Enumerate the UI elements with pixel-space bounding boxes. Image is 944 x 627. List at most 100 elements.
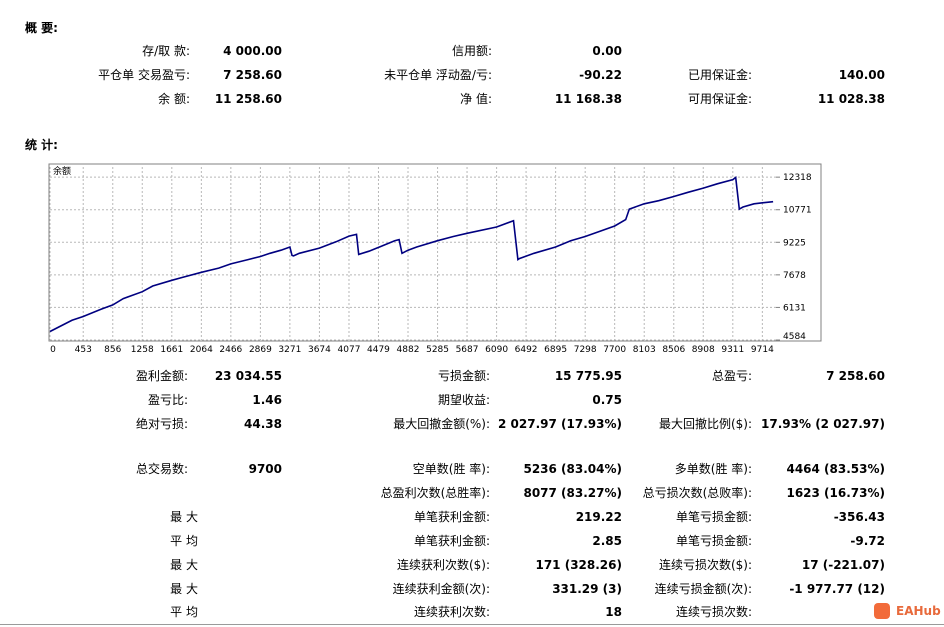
largest-loss-label: 单笔亏损金额: xyxy=(675,510,752,524)
profit-trades-value: 8077 (83.27%) xyxy=(523,486,622,500)
x-tick-label: 4479 xyxy=(367,345,390,355)
chart-border xyxy=(48,163,822,342)
balance-line xyxy=(49,176,774,333)
equity-value: 11 168.38 xyxy=(554,92,622,106)
balance-chart: 余额 12318 10771 9225 7678 6131 4584 0 453 856 125… xyxy=(48,163,822,355)
closed-pl-label: 平仓单 交易盈亏: xyxy=(98,68,190,82)
x-tick-label: 856 xyxy=(104,345,122,355)
expected-payoff-label: 期望收益: xyxy=(437,393,490,407)
short-positions-value: 5236 (83.04%) xyxy=(523,462,622,476)
margin-value: 140.00 xyxy=(838,68,885,82)
x-tick-label: 4882 xyxy=(396,345,420,355)
y-tick-label: 6131 xyxy=(783,303,806,313)
average-profit-label: 单笔获利金额: xyxy=(413,534,490,548)
credit-label: 信用额: xyxy=(451,44,492,58)
profit-factor-label: 盈亏比: xyxy=(147,393,188,407)
max-consec-profit-value: 331.29 (3) xyxy=(552,582,622,596)
max-consec-loss-label: 连续亏损金额(次): xyxy=(654,582,752,596)
x-tick-label: 3674 xyxy=(307,345,331,355)
net-profit-value: 7 258.60 xyxy=(826,369,885,383)
x-tick-label: 6090 xyxy=(485,345,509,355)
x-tick-label: 5687 xyxy=(455,345,479,355)
largest-profit-value: 219.22 xyxy=(575,510,622,524)
x-tick-label: 2466 xyxy=(219,345,243,355)
x-tick-label: 8908 xyxy=(691,345,715,355)
x-tick-label: 2869 xyxy=(248,345,272,355)
avg-consec-wins-label: 连续获利次数: xyxy=(413,605,490,619)
x-tick-label: 5285 xyxy=(426,345,450,355)
max-drawdown-label: 最大回撤金额(%): xyxy=(393,417,490,431)
gross-profit-label: 盈利金额: xyxy=(135,369,188,383)
net-profit-label: 总盈亏: xyxy=(711,369,752,383)
y-tick-label: 12318 xyxy=(783,173,812,183)
y-tick-label: 4584 xyxy=(783,332,806,342)
deposit-label: 存/取 款: xyxy=(142,44,190,58)
gross-profit-value: 23 034.55 xyxy=(214,369,282,383)
profit-trades-label: 总盈利次数(总胜率): xyxy=(380,486,490,500)
x-tick-label: 9311 xyxy=(721,345,745,355)
x-tick-label: 1661 xyxy=(160,345,184,355)
chart-grid xyxy=(49,167,776,341)
free-margin-value: 11 028.38 xyxy=(817,92,885,106)
closed-pl-value: 7 258.60 xyxy=(223,68,282,82)
max-consec-amount-row-label: 最 大 xyxy=(170,582,198,596)
largest-profit-label: 单笔获利金额: xyxy=(413,510,490,524)
chart-title: 余额 xyxy=(53,165,71,177)
x-tick-label: 6895 xyxy=(544,345,568,355)
deposit-value: 4 000.00 xyxy=(223,44,282,58)
short-positions-label: 空单数(胜 率): xyxy=(412,462,490,476)
stats-title: 统 计: xyxy=(25,138,58,152)
largest-row-label: 最 大 xyxy=(170,510,198,524)
eahub-watermark: EAHub xyxy=(872,601,941,623)
total-trades-value: 9700 xyxy=(248,462,282,476)
gross-loss-label: 亏损金额: xyxy=(437,369,490,383)
y-tick-label: 10771 xyxy=(783,206,812,216)
y-tick-label: 9225 xyxy=(783,238,806,248)
average-row-label: 平 均 xyxy=(170,534,198,548)
eahub-watermark-text: EAHub xyxy=(896,604,941,618)
relative-drawdown-value: 17.93% (2 027.97) xyxy=(761,417,885,431)
margin-label: 已用保证金: xyxy=(687,68,752,82)
loss-trades-value: 1623 (16.73%) xyxy=(786,486,885,500)
gross-loss-value: 15 775.95 xyxy=(554,369,622,383)
x-tick-label: 4077 xyxy=(337,345,361,355)
average-loss-label: 单笔亏损金额: xyxy=(675,534,752,548)
x-tick-label: 1258 xyxy=(130,345,154,355)
total-trades-label: 总交易数: xyxy=(135,462,188,476)
avg-consec-wins-value: 18 xyxy=(605,605,622,619)
x-tick-label: 2064 xyxy=(189,345,213,355)
abs-drawdown-label: 绝对亏损: xyxy=(135,417,188,431)
equity-label: 净 值: xyxy=(460,92,492,106)
x-tick-label: 0 xyxy=(50,345,56,355)
floating-pl-label: 未平仓单 浮动盈/亏: xyxy=(384,68,492,82)
x-tick-label: 8506 xyxy=(662,345,686,355)
balance-value: 11 258.60 xyxy=(214,92,282,106)
balance-chart-svg: 余额 12318 10771 9225 7678 6131 4584 xyxy=(48,163,822,342)
x-tick-label: 6492 xyxy=(514,345,538,355)
bottom-divider xyxy=(0,624,944,625)
floating-pl-value: -90.22 xyxy=(579,68,622,82)
x-tick-label: 9714 xyxy=(750,345,774,355)
max-consec-losses-value: 17 (-221.07) xyxy=(801,558,885,572)
max-drawdown-value: 2 027.97 (17.93%) xyxy=(498,417,622,431)
abs-drawdown-value: 44.38 xyxy=(244,417,282,431)
average-loss-value: -9.72 xyxy=(850,534,885,548)
largest-loss-value: -356.43 xyxy=(833,510,885,524)
average-consec-row-label: 平 均 xyxy=(170,605,198,619)
y-tick-label: 7678 xyxy=(783,271,806,281)
x-tick-label: 8103 xyxy=(632,345,656,355)
long-positions-value: 4464 (83.53%) xyxy=(786,462,885,476)
eahub-logo-icon xyxy=(874,603,890,619)
max-consec-row-label: 最 大 xyxy=(170,558,198,572)
x-tick-label: 3271 xyxy=(278,345,302,355)
max-consec-wins-value: 171 (328.26) xyxy=(535,558,622,572)
summary-title: 概 要: xyxy=(25,21,58,35)
max-consec-loss-value: -1 977.77 (12) xyxy=(789,582,885,596)
x-tick-label: 7700 xyxy=(603,345,627,355)
balance-label: 余 额: xyxy=(158,92,190,106)
x-tick-label: 453 xyxy=(74,345,92,355)
y-axis-ticks: 12318 10771 9225 7678 6131 4584 xyxy=(776,173,812,342)
free-margin-label: 可用保证金: xyxy=(687,92,752,106)
max-consec-losses-label: 连续亏损次数($): xyxy=(658,558,752,572)
max-consec-wins-label: 连续获利次数($): xyxy=(396,558,490,572)
